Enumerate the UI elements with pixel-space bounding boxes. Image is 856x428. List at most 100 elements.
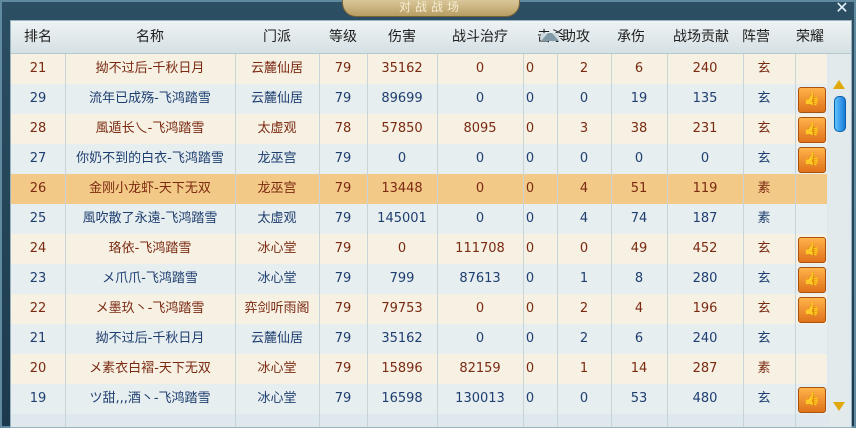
- thumbs-up-icon[interactable]: 👍: [798, 387, 826, 413]
- cell-damage: 35162: [381, 331, 423, 346]
- cell-rank: 29: [29, 91, 47, 106]
- column-divider: [667, 54, 668, 427]
- cell-taken: 8: [634, 271, 644, 286]
- scroll-thumb[interactable]: [834, 96, 846, 132]
- cell-rank: 21: [29, 61, 47, 76]
- table-row[interactable]: 26 金刚小龙虾-天下无双 龙巫宫 79 13448 0 0 4 51 119 素: [11, 174, 827, 204]
- cell-kills: 0: [525, 361, 535, 376]
- thumbs-up-icon[interactable]: 👍: [798, 297, 826, 323]
- scroll-up-icon[interactable]: [833, 80, 845, 89]
- cell-kills: 0: [525, 91, 535, 106]
- cell-assists: 2: [579, 61, 589, 76]
- cell-kills: 0: [525, 61, 535, 76]
- table-row[interactable]: 20 メ素衣白褶-天下无双 冰心堂 79 15896 82159 0 1 14 287 素: [11, 354, 827, 384]
- cell-name: メ爪爪-飞鸿踏雪: [102, 271, 198, 286]
- cell-contrib: 287: [692, 361, 718, 376]
- cell-damage: 13448: [381, 181, 423, 196]
- cell-rank: 24: [29, 241, 47, 256]
- cell-rank: 27: [29, 151, 47, 166]
- table-row[interactable]: 19 ツ甜,,,酒丶-飞鸿踏雪 冰心堂 79 16598 130013 0 0 53 480 玄 👍: [11, 384, 827, 414]
- column-divider: [437, 54, 438, 427]
- cell-contrib: 480: [692, 391, 718, 406]
- cell-taken: 38: [630, 121, 648, 136]
- cell-damage: 799: [389, 271, 415, 286]
- cell-sect: 弈剑听雨阁: [244, 301, 310, 316]
- col-honor[interactable]: 荣耀: [787, 21, 833, 53]
- cell-level: 79: [334, 391, 352, 406]
- cell-sect: 龙巫宫: [257, 181, 297, 196]
- cell-sect: 冰心堂: [257, 271, 297, 286]
- cell-rank: 28: [29, 121, 47, 136]
- table-row[interactable]: 21 拗不过后-千秋日月 云麓仙居 79 35162 0 0 2 6 240 玄: [11, 54, 827, 84]
- col-sect[interactable]: 门派: [235, 21, 319, 53]
- thumbs-up-icon[interactable]: 👍: [798, 117, 826, 143]
- cell-assists: 2: [579, 301, 589, 316]
- scrollbar[interactable]: [829, 54, 849, 427]
- cell-level: 79: [334, 181, 352, 196]
- cell-sect: 冰心堂: [257, 391, 297, 406]
- cell-name: 金刚小龙虾-天下无双: [89, 181, 211, 196]
- cell-damage: 57850: [381, 121, 423, 136]
- cell-assists: 4: [579, 181, 589, 196]
- thumbs-up-icon[interactable]: 👍: [798, 147, 826, 173]
- col-name[interactable]: 名称: [65, 21, 235, 53]
- cell-name: メ素衣白褶-天下无双: [89, 361, 211, 376]
- table-row[interactable]: 28 風遁长乀-飞鸿踏雪 太虚观 78 57850 8095 0 3 38 231 玄 👍: [11, 114, 827, 144]
- thumbs-up-icon[interactable]: 👍: [798, 87, 826, 113]
- column-divider: [235, 54, 236, 427]
- cell-damage: 15896: [381, 361, 423, 376]
- cell-damage: 89699: [381, 91, 423, 106]
- cell-damage: 0: [397, 241, 407, 256]
- table-row[interactable]: 22 メ墨玖丶-飞鸿踏雪 弈剑听雨阁 79 79753 0 0 2 4 196 玄 👍: [11, 294, 827, 324]
- cell-sect: 云麓仙居: [250, 331, 303, 346]
- col-level[interactable]: 等级: [319, 21, 367, 53]
- cell-kills: 0: [525, 121, 535, 136]
- cell-assists: 0: [579, 241, 589, 256]
- table-row[interactable]: 29 流年已成殇-飞鸿踏雪 云麓仙居 79 89699 0 0 0 19 135 玄 👍: [11, 84, 827, 114]
- sort-icon[interactable]: [537, 21, 559, 53]
- table-body: 21 拗不过后-千秋日月 云麓仙居 79 35162 0 0 2 6 240 玄 29 流年已成殇-飞鸿…: [11, 54, 827, 427]
- thumbs-up-icon[interactable]: 👍: [798, 267, 826, 293]
- col-contrib[interactable]: 战场贡献: [659, 21, 743, 53]
- cell-level: 79: [334, 271, 352, 286]
- window-title: 对战战场: [342, 0, 520, 17]
- cell-rank: 20: [29, 361, 47, 376]
- cell-name: ツ甜,,,酒丶-飞鸿踏雪: [89, 391, 211, 406]
- cell-assists: 1: [579, 271, 589, 286]
- column-divider: [795, 54, 796, 427]
- cell-name: メ墨玖丶-飞鸿踏雪: [95, 301, 205, 316]
- close-button[interactable]: ✕: [832, 0, 852, 18]
- cell-level: 78: [334, 121, 352, 136]
- table-row[interactable]: 27 你奶不到的白衣-飞鸿踏雪 龙巫宫 79 0 0 0 0 0 0 玄 👍: [11, 144, 827, 174]
- cell-name: 拗不过后-千秋日月: [95, 61, 205, 76]
- col-camp[interactable]: 阵营: [733, 21, 779, 53]
- cell-assists: 0: [579, 91, 589, 106]
- cell-level: 79: [334, 91, 352, 106]
- table-row[interactable]: 25 風吹散了永遠-飞鸿踏雪 太虚观 79 145001 0 0 4 74 187 素: [11, 204, 827, 234]
- thumbs-up-icon[interactable]: 👍: [798, 237, 826, 263]
- column-divider: [523, 54, 524, 427]
- cell-kills: 0: [525, 211, 535, 226]
- col-damage[interactable]: 伤害: [367, 21, 437, 53]
- cell-contrib: 119: [692, 181, 718, 196]
- table-row[interactable]: 24 珞依-飞鸿踏雪 冰心堂 79 0 111708 0 0 49 452 玄 👍: [11, 234, 827, 264]
- cell-contrib: 231: [692, 121, 718, 136]
- cell-taken: 19: [630, 91, 648, 106]
- column-divider: [367, 54, 368, 427]
- column-divider: [65, 54, 66, 427]
- cell-assists: 0: [579, 151, 589, 166]
- column-divider: [611, 54, 612, 427]
- column-divider: [319, 54, 320, 427]
- table-header: 排名 名称 门派 等级 伤害 战斗治疗 击杀 助攻 承伤 战场贡献 阵营 荣耀: [11, 21, 851, 54]
- cell-rank: 22: [29, 301, 47, 316]
- table-row[interactable]: 21 拗不过后-千秋日月 云麓仙居 79 35162 0 0 2 6 240 玄: [11, 324, 827, 354]
- window-frame: 对战战场 ✕ 排名 名称 门派 等级 伤害 战斗治疗 击杀 助攻 承伤 战场贡献…: [0, 0, 856, 428]
- scroll-down-icon[interactable]: [833, 402, 845, 411]
- col-rank[interactable]: 排名: [11, 21, 65, 53]
- col-taken[interactable]: 承伤: [603, 21, 659, 53]
- cell-taken: 53: [630, 391, 648, 406]
- cell-assists: 1: [579, 361, 589, 376]
- col-assists[interactable]: 助攻: [559, 21, 593, 53]
- table-row[interactable]: 23 メ爪爪-飞鸿踏雪 冰心堂 79 799 87613 0 1 8 280 玄 👍: [11, 264, 827, 294]
- cell-damage: 16598: [381, 391, 423, 406]
